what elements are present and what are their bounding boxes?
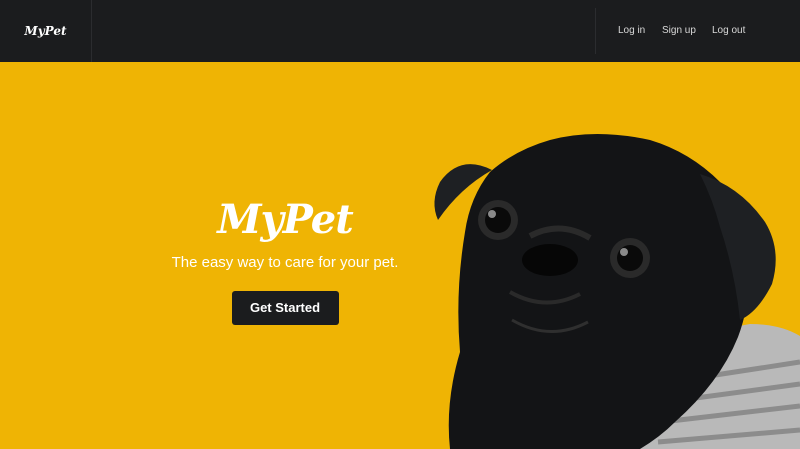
get-started-button[interactable]: Get Started xyxy=(231,291,339,325)
nav-login-link[interactable]: Log in xyxy=(618,0,645,62)
nav-logout-link[interactable]: Log out xyxy=(712,0,745,62)
pug-nose xyxy=(522,244,578,276)
pug-photo xyxy=(434,134,800,449)
nav-divider xyxy=(595,8,596,54)
brand-logo-link[interactable]: MyPet xyxy=(0,0,92,62)
hero-title: MyPet xyxy=(217,196,353,243)
hero-subtitle: The easy way to care for your pet. xyxy=(171,254,399,271)
top-navbar: MyPet Log in Sign up Log out xyxy=(0,0,800,62)
nav-signup-link[interactable]: Sign up xyxy=(662,0,696,62)
hero-content: MyPet The easy way to care for your pet.… xyxy=(150,192,420,325)
